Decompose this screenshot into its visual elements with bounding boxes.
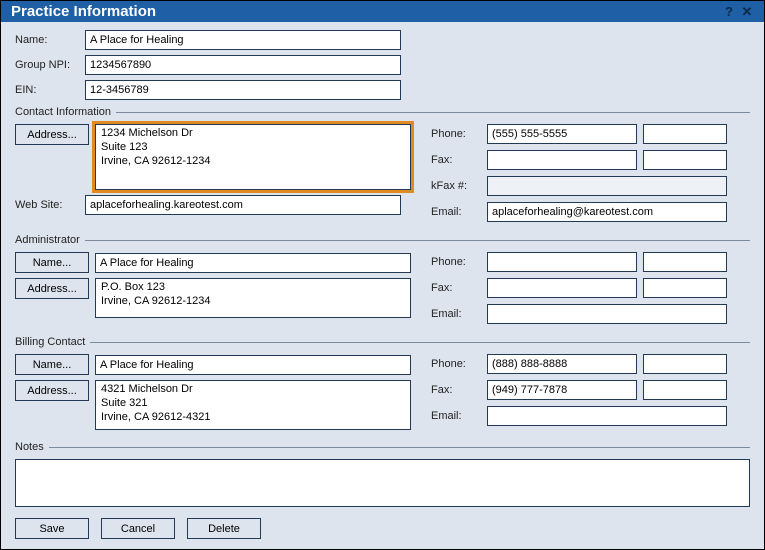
contact-email-label: Email: [431,206,487,218]
admin-addr-line2: Irvine, CA 92612-1234 [101,295,405,309]
billing-name-button[interactable]: Name... [15,354,89,375]
cancel-button[interactable]: Cancel [101,518,175,539]
practice-info-dialog: Practice Information ? ✕ Name: Group NPI… [0,0,765,550]
notes-legend: Notes [15,441,49,453]
admin-fax-input[interactable] [487,278,637,298]
contact-kfax-input [487,176,727,196]
admin-address-box[interactable]: P.O. Box 123 Irvine, CA 92612-1234 [95,278,411,318]
billing-phone-ext-input[interactable] [643,354,727,374]
admin-fieldset: Administrator Name... Address... P.O. Bo… [15,234,750,330]
name-label: Name: [15,34,85,46]
billing-address-button[interactable]: Address... [15,380,89,401]
contact-address-box[interactable]: 1234 Michelson Dr Suite 123 Irvine, CA 9… [95,124,411,190]
admin-legend: Administrator [15,234,85,246]
admin-addr-line1: P.O. Box 123 [101,281,405,295]
save-button[interactable]: Save [15,518,89,539]
website-label: Web Site: [15,199,85,211]
contact-fax-ext-input[interactable] [643,150,727,170]
window-title: Practice Information [11,3,156,20]
contact-phone-ext-input[interactable] [643,124,727,144]
contact-fax-input[interactable] [487,150,637,170]
admin-name-input[interactable] [95,253,411,273]
contact-phone-input[interactable] [487,124,637,144]
admin-phone-ext-input[interactable] [643,252,727,272]
ein-input[interactable] [85,80,401,100]
contact-addr-line1: 1234 Michelson Dr [101,127,405,141]
groupnpi-label: Group NPI: [15,59,85,71]
contact-phone-label: Phone: [431,128,487,140]
button-bar: Save Cancel Delete [15,518,750,539]
website-input[interactable] [85,195,401,215]
notes-textarea[interactable] [15,459,750,507]
billing-fax-ext-input[interactable] [643,380,727,400]
billing-fax-input[interactable] [487,380,637,400]
admin-address-button[interactable]: Address... [15,278,89,299]
contact-kfax-label: kFax #: [431,180,487,192]
admin-fax-ext-input[interactable] [643,278,727,298]
practice-name-input[interactable] [85,30,401,50]
billing-addr-line1: 4321 Michelson Dr [101,383,405,397]
delete-button[interactable]: Delete [187,518,261,539]
contact-email-input[interactable] [487,202,727,222]
groupnpi-input[interactable] [85,55,401,75]
contact-fieldset: Contact Information Address... 1234 Mich… [15,106,750,228]
billing-fieldset: Billing Contact Name... Address... 4321 … [15,336,750,435]
billing-addr-line3: Irvine, CA 92612-4321 [101,411,405,425]
contact-address-button[interactable]: Address... [15,124,89,145]
notes-fieldset: Notes [15,441,750,510]
contact-addr-line2: Suite 123 [101,141,405,155]
billing-addr-line2: Suite 321 [101,397,405,411]
billing-phone-input[interactable] [487,354,637,374]
close-icon[interactable]: ✕ [738,4,756,20]
billing-email-input[interactable] [487,406,727,426]
admin-phone-label: Phone: [431,256,487,268]
admin-name-button[interactable]: Name... [15,252,89,273]
admin-phone-input[interactable] [487,252,637,272]
admin-email-input[interactable] [487,304,727,324]
titlebar: Practice Information ? ✕ [1,1,764,22]
contact-legend: Contact Information [15,106,116,118]
billing-address-box[interactable]: 4321 Michelson Dr Suite 321 Irvine, CA 9… [95,380,411,430]
ein-label: EIN: [15,84,85,96]
help-icon[interactable]: ? [720,4,738,19]
billing-phone-label: Phone: [431,358,487,370]
billing-fax-label: Fax: [431,384,487,396]
billing-name-input[interactable] [95,355,411,375]
contact-fax-label: Fax: [431,154,487,166]
billing-email-label: Email: [431,410,487,422]
admin-email-label: Email: [431,308,487,320]
admin-fax-label: Fax: [431,282,487,294]
billing-legend: Billing Contact [15,336,90,348]
contact-addr-line3: Irvine, CA 92612-1234 [101,155,405,169]
